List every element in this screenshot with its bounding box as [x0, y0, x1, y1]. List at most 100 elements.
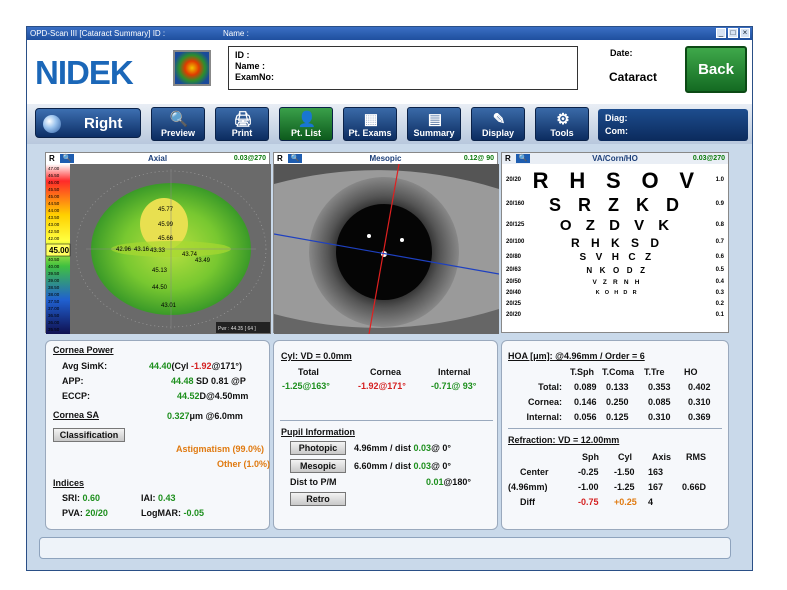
print-button[interactable]: 🖨 Print — [215, 107, 269, 141]
summary-label: Summary — [413, 128, 455, 138]
refraction-row-label: Diff — [520, 497, 535, 507]
axial-scale-label: 44.00 — [48, 208, 60, 213]
cornea-sa-value: 0.327 — [167, 411, 190, 421]
map-thumbnail-icon — [173, 50, 211, 86]
cyl-pupil-panel: Cyl: VD = 0.0mm Total Cornea Internal -1… — [273, 340, 498, 530]
window-title: OPD-Scan III [Cataract Summary] ID : — [30, 29, 166, 38]
eye-select-button[interactable]: Right — [35, 108, 141, 138]
va-acuity: 20/100 — [506, 239, 525, 245]
va-letters: N K O D Z — [586, 266, 648, 275]
toolbar: Right 🔍 Preview 🖨 Print 👤 Pt. List ▦ Pt.… — [27, 104, 752, 144]
hoa-row-label: Cornea: — [527, 397, 562, 407]
iai-value: 0.43 — [158, 493, 176, 503]
minimize-icon[interactable]: _ — [716, 28, 726, 38]
hoa-cell: 0.369 — [688, 412, 711, 422]
axial-scale-label: 45.50 — [48, 187, 60, 192]
mesopic-value: 0.12@ 90 — [463, 155, 494, 162]
photopic-axis: @ 0° — [431, 443, 451, 453]
mesopic-button[interactable]: Mesopic — [290, 459, 346, 473]
hoa-header: T.Coma — [602, 367, 635, 377]
tools-icon: ⚙ — [556, 111, 570, 128]
dist-to-pm-label: Dist to P/M — [290, 477, 337, 487]
refraction-cell: -1.00 — [578, 482, 599, 492]
va-chart: 20/20 R H S O V 1.0 20/160 S R Z K D 0.9 20/12… — [502, 164, 728, 332]
patient-exams-button[interactable]: ▦ Pt. Exams — [343, 107, 397, 141]
va-decimal: 0.3 — [715, 289, 724, 296]
axial-scale-label: 46.50 — [48, 173, 60, 178]
cyl-total-value: -1.25@163° — [282, 381, 330, 391]
pupil-info-title: Pupil Information — [281, 427, 355, 437]
hoa-title: HOA [μm]: @4.96mm / Order = 6 — [508, 351, 645, 361]
va-decimal: 1.0 — [715, 177, 724, 183]
printer-icon: 🖨 — [233, 111, 253, 128]
refraction-cell: 167 — [648, 482, 664, 492]
cyl-title: Cyl: VD = 0.0mm — [281, 351, 352, 361]
summary-button[interactable]: ▤ Summary — [407, 107, 461, 141]
axial-scale-label: 43.00 — [48, 222, 60, 227]
va-acuity: 20/80 — [506, 254, 522, 260]
axial-scale-label: 44.50 — [48, 201, 60, 206]
refraction-cell: -0.75 — [578, 497, 599, 507]
status-bar — [39, 537, 731, 559]
axial-label: 42.96 — [116, 247, 132, 253]
refraction-cell: -1.50 — [614, 467, 635, 477]
avg-simk-value: 44.40 — [149, 361, 172, 371]
hoa-cell: 0.310 — [648, 412, 671, 422]
hoa-cell: 0.250 — [606, 397, 629, 407]
hoa-cell: 0.310 — [688, 397, 711, 407]
axial-footer: Pwr : 44.35 [ 64 ] — [218, 326, 256, 332]
axial-scale-label: 39.00 — [48, 278, 60, 283]
eye-select-label: Right — [84, 115, 123, 132]
mesopic-image-panel[interactable]: R 🔍 Mesopic 0.12@ 90 — [273, 152, 499, 334]
maximize-icon[interactable]: □ — [728, 28, 738, 38]
patient-list-label: Pt. List — [290, 128, 321, 138]
axial-label: 45.99 — [158, 222, 174, 228]
eccp-label: ECCP: — [62, 391, 91, 401]
tools-button[interactable]: ⚙ Tools — [535, 107, 589, 141]
summary-icon: ▤ — [427, 111, 443, 128]
patient-list-button[interactable]: 👤 Pt. List — [279, 107, 333, 141]
photopic-button[interactable]: Photopic — [290, 441, 346, 455]
va-row: 20/80 S V H C Z 0.6 — [502, 251, 730, 265]
axial-label: 43.01 — [161, 303, 177, 309]
diagnosis-box[interactable]: Diag: Com: — [598, 109, 748, 141]
axial-scale-label: 45.00 — [48, 194, 60, 199]
eye-ball-icon — [43, 115, 61, 133]
close-icon[interactable]: × — [740, 28, 750, 38]
va-row: 20/25 0.2 — [502, 299, 730, 310]
va-acuity: 20/50 — [506, 278, 522, 285]
avg-simk-cyl: -1.92 — [191, 361, 212, 371]
print-label: Print — [231, 128, 253, 138]
display-button[interactable]: ✎ Display — [471, 107, 525, 141]
refraction-header: Axis — [652, 452, 672, 462]
va-row: 20/125 O Z D V K 0.8 — [502, 216, 730, 235]
hoa-cell: 0.146 — [574, 397, 597, 407]
avg-simk-cyl-prefix: (Cyl — [171, 361, 192, 371]
classification-button[interactable]: Classification — [53, 428, 125, 442]
va-decimal: 0.1 — [715, 311, 724, 318]
refraction-cell: 4 — [648, 497, 654, 507]
va-row: 20/160 S R Z K D 0.9 — [502, 194, 730, 216]
divider — [280, 420, 493, 421]
patient-exams-label: Pt. Exams — [348, 128, 392, 138]
hoa-header: HO — [684, 367, 698, 377]
axial-map-panel[interactable]: R 🔍 Axial 0.03@270 47.00 46.50 46.00 45.… — [45, 152, 271, 334]
cyl-header-total: Total — [298, 367, 319, 377]
preview-button[interactable]: 🔍 Preview — [151, 107, 205, 141]
va-chart-panel[interactable]: R 🔍 VA/Corn/HO 0.03@270 20/20 R H S O V 1.… — [501, 152, 729, 333]
divider — [508, 428, 722, 429]
va-letters: S R Z K D — [548, 195, 685, 215]
retro-button[interactable]: Retro — [290, 492, 346, 506]
axial-scale-label: 37.00 — [48, 306, 60, 311]
hoa-header: T.Sph — [570, 367, 594, 377]
header: NIDEK ID : Name : ExamNo: Date: Cataract… — [27, 40, 752, 104]
axial-scale-label: 37.50 — [48, 299, 60, 304]
va-decimal: 0.6 — [715, 254, 724, 260]
va-decimal: 0.9 — [715, 201, 724, 207]
sri-label: SRI: — [62, 493, 80, 503]
back-button[interactable]: Back — [685, 46, 747, 93]
nidek-logo: NIDEK — [35, 54, 134, 91]
window-name-label: Name : — [223, 29, 249, 38]
patient-name-label: Name : — [235, 61, 266, 71]
eccp-suffix: D@4.50mm — [199, 391, 249, 401]
